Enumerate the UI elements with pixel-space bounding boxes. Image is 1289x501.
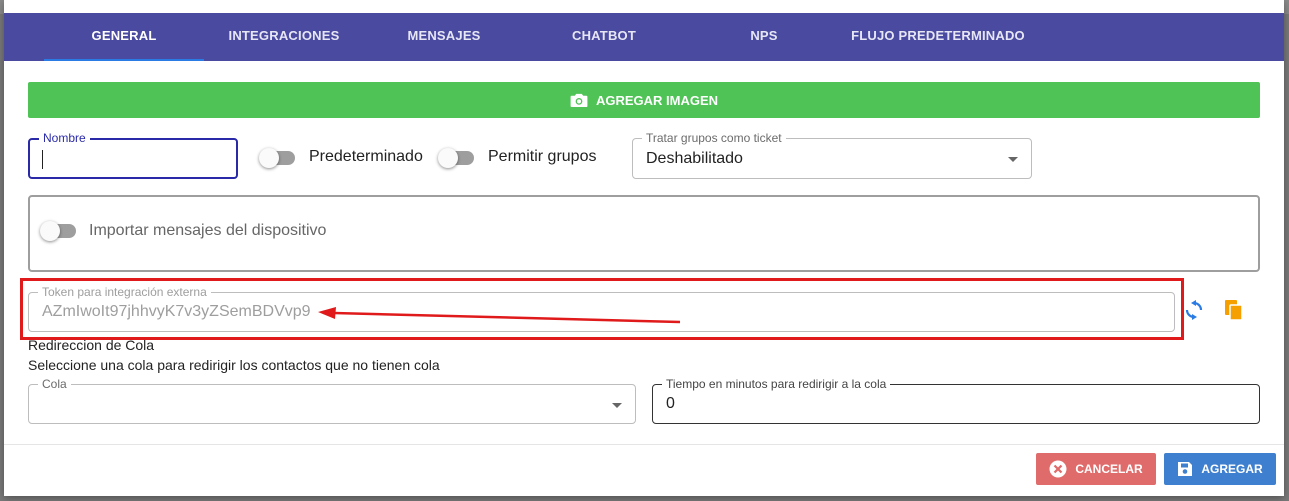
cancel-button-label: CANCELAR <box>1075 462 1143 476</box>
refresh-icon[interactable] <box>1182 298 1206 322</box>
tab-bar: GENERAL INTEGRACIONES MENSAJES CHATBOT N… <box>4 13 1284 61</box>
redirect-title: Redireccion de Cola <box>28 337 155 353</box>
save-icon <box>1178 462 1193 476</box>
add-image-label: AGREGAR IMAGEN <box>595 92 719 108</box>
permitir-grupos-toggle[interactable] <box>438 148 476 168</box>
redirect-time-field[interactable]: Tiempo en minutos para redirigir a la co… <box>652 377 1260 424</box>
import-messages-box: Importar mensajes del dispositivo <box>28 195 1260 272</box>
queue-select-label: Cola <box>38 377 71 391</box>
footer-divider <box>4 444 1284 445</box>
groups-select[interactable]: Tratar grupos como ticket Deshabilitado <box>632 131 1032 179</box>
permitir-grupos-label: Permitir grupos <box>488 148 597 165</box>
tab-general[interactable]: GENERAL <box>44 13 204 61</box>
chevron-down-icon <box>1008 157 1018 162</box>
import-messages-label: Importar mensajes del dispositivo <box>89 222 327 239</box>
tab-flujo-predeterminado[interactable]: FLUJO PREDETERMINADO <box>844 13 1032 61</box>
predeterminado-toggle[interactable] <box>259 148 297 168</box>
tab-nps[interactable]: NPS <box>684 13 844 61</box>
cancel-button[interactable]: CANCELAR <box>1036 453 1156 485</box>
token-field[interactable]: Token para integración externa AZmIwoIt9… <box>28 285 1175 332</box>
save-button[interactable]: AGREGAR <box>1164 453 1276 485</box>
groups-select-label: Tratar grupos como ticket <box>642 131 786 145</box>
save-button-label: AGREGAR <box>1201 462 1263 476</box>
text-caret <box>42 150 43 169</box>
redirect-time-value: 0 <box>666 395 675 412</box>
predeterminado-label: Predeterminado <box>309 148 423 165</box>
tab-mensajes[interactable]: MENSAJES <box>364 13 524 61</box>
copy-icon[interactable] <box>1222 298 1246 322</box>
active-tab-indicator <box>44 59 204 61</box>
token-field-value: AZmIwoIt97jhhvyK7v3yZSemBDVvp9 <box>42 303 311 320</box>
redirect-time-label: Tiempo en minutos para redirigir a la co… <box>662 377 891 391</box>
tab-integraciones[interactable]: INTEGRACIONES <box>204 13 364 61</box>
tab-chatbot[interactable]: CHATBOT <box>524 13 684 61</box>
name-field-label: Nombre <box>39 131 90 145</box>
chevron-down-icon <box>612 403 622 408</box>
name-field[interactable]: Nombre <box>28 131 238 179</box>
camera-icon <box>570 93 588 107</box>
queue-select[interactable]: Cola <box>28 377 636 424</box>
token-field-label: Token para integración externa <box>38 285 211 299</box>
redirect-subtitle: Seleccione una cola para redirigir los c… <box>28 357 440 373</box>
groups-select-value: Deshabilitado <box>646 150 743 167</box>
cancel-icon <box>1049 460 1067 478</box>
import-messages-toggle[interactable] <box>40 221 78 241</box>
queue-dialog: GENERAL INTEGRACIONES MENSAJES CHATBOT N… <box>4 0 1284 496</box>
add-image-button[interactable]: AGREGAR IMAGEN <box>28 82 1260 118</box>
